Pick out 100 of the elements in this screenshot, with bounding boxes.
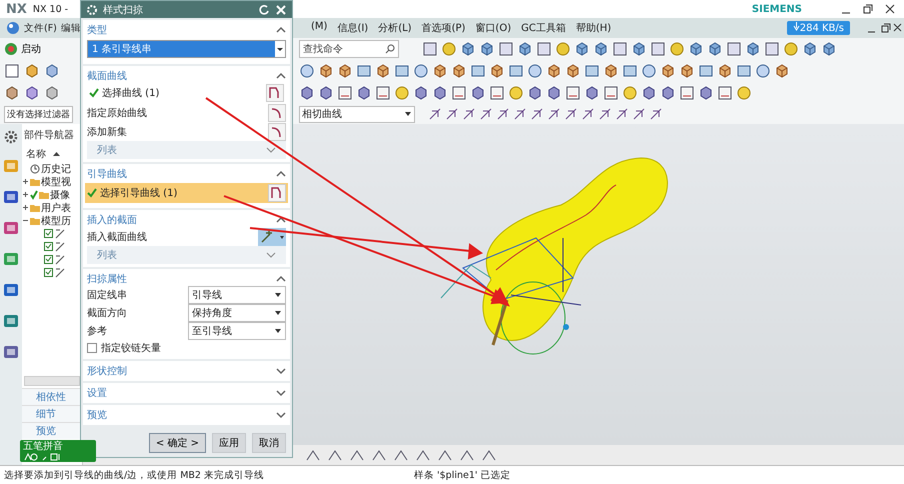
sphere-icon[interactable] [555, 41, 571, 57]
option-dropdown[interactable]: 引导线 [188, 286, 286, 304]
sketch-tool-icon[interactable] [349, 448, 365, 462]
menu-item[interactable]: 窗口(O) [475, 21, 512, 35]
frame-icon[interactable] [565, 85, 581, 101]
section-title[interactable]: 扫掠属性 [87, 272, 127, 286]
menu-item[interactable]: (M) [311, 21, 328, 35]
option-dropdown[interactable]: 至引导线 [188, 322, 286, 340]
chevron-icon[interactable] [276, 366, 286, 374]
frame-icon[interactable] [337, 85, 353, 101]
sphere-icon[interactable] [441, 41, 457, 57]
sketch-tool-icon[interactable] [437, 448, 453, 462]
type-dropdown[interactable]: 1 条引导线串 [88, 41, 275, 57]
frame-icon[interactable] [536, 41, 552, 57]
menu-item[interactable]: 帮助(H) [576, 21, 612, 35]
reset-icon[interactable] [258, 4, 270, 16]
menu-item[interactable]: 信息(I) [337, 21, 368, 35]
sphere-icon[interactable] [413, 63, 429, 79]
tree-item[interactable]: 模型视 [41, 174, 71, 188]
menu-item[interactable]: 文件(F) [24, 22, 57, 34]
start-button[interactable]: 启动 [4, 42, 41, 56]
section-title[interactable]: 类型 [87, 22, 107, 36]
settings-icon[interactable] [4, 130, 18, 144]
snap-icon[interactable] [428, 107, 442, 121]
sketch-tool-icon[interactable] [393, 448, 409, 462]
navigator-panel-header[interactable]: 相依性 [22, 388, 82, 405]
tree-item[interactable]: 用户表 [41, 200, 71, 214]
menu-item[interactable]: 分析(L) [378, 21, 412, 35]
curve-select-icon[interactable] [266, 84, 284, 102]
section-title[interactable]: 预览 [87, 408, 107, 422]
chevron-icon[interactable] [276, 72, 286, 80]
snap-icon[interactable] [462, 107, 476, 121]
frame-icon[interactable] [4, 63, 20, 79]
dialog-button[interactable]: 应用 [212, 433, 246, 453]
snap-icon[interactable] [564, 107, 578, 121]
snap-icon[interactable] [479, 107, 493, 121]
navigator-tab-icon[interactable] [2, 312, 20, 330]
expand-icon[interactable] [22, 204, 29, 211]
dialog-button[interactable]: 取消 [252, 433, 286, 453]
navigator-panel-header[interactable]: 细节 [22, 405, 82, 422]
curve-select-icon[interactable] [268, 184, 286, 202]
collapse-icon[interactable] [22, 217, 29, 224]
close-icon[interactable] [275, 4, 287, 16]
frame-icon[interactable] [650, 41, 666, 57]
snap-icon[interactable] [649, 107, 663, 121]
sketch-tool-icon[interactable] [305, 448, 321, 462]
navigator-tab-icon[interactable] [2, 219, 20, 237]
snap-icon[interactable] [615, 107, 629, 121]
column-header[interactable]: 名称 [22, 146, 50, 162]
snap-icon[interactable] [445, 107, 459, 121]
frame-icon[interactable] [717, 85, 733, 101]
frame-icon[interactable] [489, 85, 505, 101]
section-title[interactable]: 引导曲线 [87, 166, 127, 180]
globe-icon[interactable] [6, 21, 20, 35]
snap-icon[interactable] [530, 107, 544, 121]
section-title[interactable]: 插入的截面 [87, 212, 137, 226]
tree-item[interactable]: 摄像 [50, 188, 70, 202]
sketch-tool-icon[interactable] [327, 448, 343, 462]
frame-icon[interactable] [451, 85, 467, 101]
sort-arrow-icon[interactable] [53, 151, 60, 157]
chevron-icon[interactable] [266, 146, 276, 154]
sketch-tool-icon[interactable] [481, 448, 497, 462]
navigator-tab-icon[interactable] [2, 188, 20, 206]
checkbox[interactable] [44, 229, 53, 238]
chevron-icon[interactable] [276, 216, 286, 224]
chevron-icon[interactable] [276, 388, 286, 396]
snap-icon[interactable] [513, 107, 527, 121]
sphere-icon[interactable] [755, 63, 771, 79]
menu-item[interactable]: 首选项(P) [422, 21, 466, 35]
sketch-tool-icon[interactable] [415, 448, 431, 462]
frame-icon[interactable] [498, 41, 514, 57]
frame-icon[interactable] [726, 41, 742, 57]
navigator-tab-icon[interactable] [2, 281, 20, 299]
snap-icon[interactable] [632, 107, 646, 121]
frame-icon[interactable] [679, 85, 695, 101]
sphere-icon[interactable] [299, 63, 315, 79]
chevron-icon[interactable] [266, 251, 276, 259]
frame-icon[interactable] [603, 85, 619, 101]
checkbox[interactable] [87, 343, 97, 353]
tree-item[interactable]: 历史记 [41, 162, 71, 176]
sphere-icon[interactable] [783, 41, 799, 57]
sketch-tool-icon[interactable] [371, 448, 387, 462]
input-method-label[interactable]: 五笔拼音 [23, 440, 93, 452]
menu-item[interactable]: 编辑 [60, 22, 81, 34]
curve-icon[interactable] [268, 104, 286, 122]
frame-icon[interactable] [764, 41, 780, 57]
chevron-icon[interactable] [276, 170, 286, 178]
option-dropdown[interactable]: 保持角度 [188, 304, 286, 322]
frame-icon[interactable] [508, 63, 524, 79]
sphere-icon[interactable] [641, 63, 657, 79]
frame-icon[interactable] [356, 63, 372, 79]
sphere-icon[interactable] [527, 63, 543, 79]
chevron-icon[interactable] [276, 274, 286, 282]
checkbox[interactable] [44, 255, 53, 264]
navigator-tab-icon[interactable] [2, 250, 20, 268]
frame-icon[interactable] [584, 63, 600, 79]
dialog-button[interactable]: < 确定 > [148, 433, 206, 453]
scrollbar[interactable] [24, 376, 80, 386]
snap-icon[interactable] [598, 107, 612, 121]
sphere-icon[interactable] [669, 41, 685, 57]
